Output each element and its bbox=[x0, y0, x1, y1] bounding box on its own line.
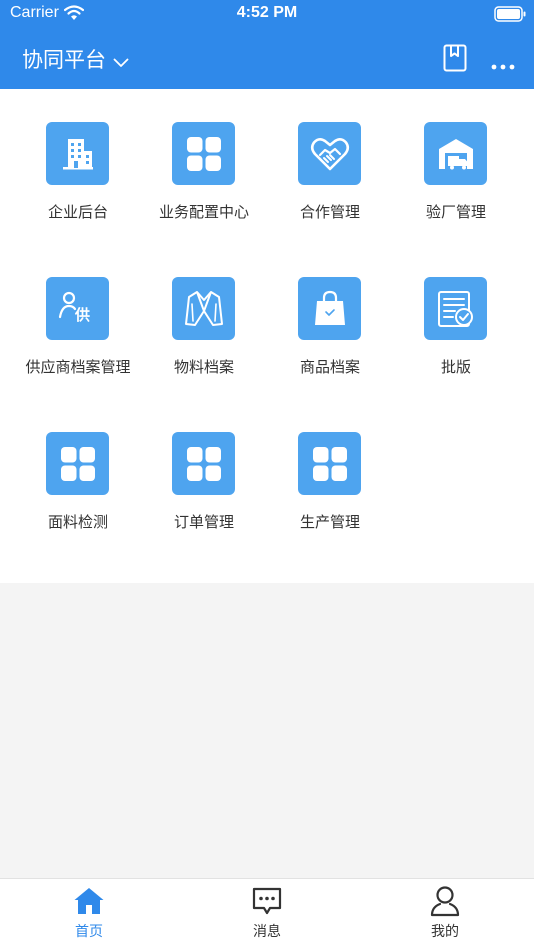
module-order-management[interactable]: 订单管理 bbox=[139, 432, 269, 552]
module-label: 合作管理 bbox=[299, 203, 360, 221]
battery-icon bbox=[494, 6, 526, 26]
module-label: 验厂管理 bbox=[425, 203, 486, 221]
jacket-icon bbox=[172, 277, 235, 340]
bookmark-icon[interactable] bbox=[443, 44, 467, 76]
more-options-icon[interactable] bbox=[491, 55, 515, 74]
grid-icon bbox=[46, 432, 109, 495]
module-label: 物料档案 bbox=[173, 358, 234, 376]
svg-text:供: 供 bbox=[74, 306, 90, 324]
module-product-archive[interactable]: 商品档案 bbox=[265, 277, 395, 397]
home-icon bbox=[73, 885, 105, 917]
module-sample-approval[interactable]: 批版 bbox=[391, 277, 521, 397]
module-label: 生产管理 bbox=[299, 513, 360, 531]
module-supplier-archive-management[interactable]: 供 供应商档案管理 bbox=[13, 277, 143, 397]
module-label: 订单管理 bbox=[173, 513, 234, 531]
status-bar: Carrier 4:52 PM bbox=[0, 0, 534, 28]
module-label: 批版 bbox=[440, 358, 471, 376]
approved-document-icon bbox=[424, 277, 487, 340]
platform-switcher-title[interactable]: 协同平台 bbox=[22, 44, 106, 74]
module-production-management[interactable]: 生产管理 bbox=[265, 432, 395, 552]
clock: 4:52 PM bbox=[236, 4, 298, 21]
grid-icon bbox=[172, 432, 235, 495]
module-material-archive[interactable]: 物料档案 bbox=[139, 277, 269, 397]
module-grid: 企业后台 业务配置中心 合作管理 验厂管理 供 供应商档案管理 物料档案 商品档… bbox=[0, 89, 534, 583]
module-label: 业务配置中心 bbox=[158, 203, 249, 221]
tab-label: 消息 bbox=[253, 924, 281, 940]
module-label: 供应商档案管理 bbox=[25, 358, 131, 376]
module-fabric-testing[interactable]: 面料检测 bbox=[13, 432, 143, 552]
bottom-tab-bar: 首页 消息 我的 bbox=[0, 878, 534, 950]
grid-icon bbox=[298, 432, 361, 495]
tab-profile[interactable]: 我的 bbox=[395, 879, 495, 950]
message-icon bbox=[251, 885, 283, 917]
tab-label: 首页 bbox=[75, 924, 103, 940]
handshake-heart-icon bbox=[298, 122, 361, 185]
module-factory-inspection[interactable]: 验厂管理 bbox=[391, 122, 521, 242]
factory-truck-icon bbox=[424, 122, 487, 185]
supplier-person-icon: 供 bbox=[46, 277, 109, 340]
module-enterprise-admin[interactable]: 企业后台 bbox=[13, 122, 143, 242]
building-icon bbox=[46, 122, 109, 185]
tab-label: 我的 bbox=[431, 924, 459, 940]
module-label: 企业后台 bbox=[47, 203, 108, 221]
tab-messages[interactable]: 消息 bbox=[217, 879, 317, 950]
grid-icon bbox=[172, 122, 235, 185]
shopping-bag-icon bbox=[298, 277, 361, 340]
nav-bar: 协同平台 bbox=[0, 40, 534, 76]
module-cooperation-management[interactable]: 合作管理 bbox=[265, 122, 395, 242]
module-business-config-center[interactable]: 业务配置中心 bbox=[139, 122, 269, 242]
user-icon bbox=[429, 885, 461, 917]
tab-home[interactable]: 首页 bbox=[39, 879, 139, 950]
module-label: 商品档案 bbox=[299, 358, 360, 376]
chevron-down-icon[interactable] bbox=[113, 53, 129, 72]
top-header: Carrier 4:52 PM 协同平台 bbox=[0, 0, 534, 89]
module-label: 面料检测 bbox=[47, 513, 108, 531]
